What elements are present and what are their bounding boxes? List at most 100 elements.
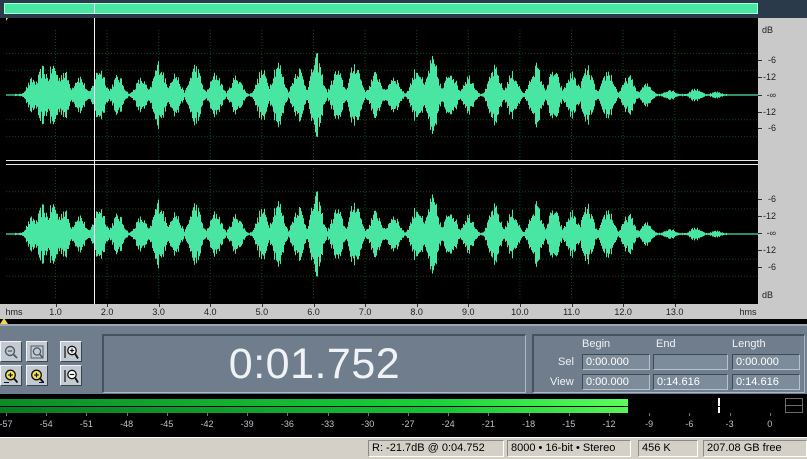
- db-tick: [758, 95, 762, 96]
- meter-tick: [609, 413, 610, 416]
- waveform-channel-right[interactable]: [6, 168, 758, 300]
- ruler-tick: [623, 304, 625, 307]
- ruler-tick: [416, 304, 418, 307]
- db-label: -12: [762, 211, 776, 221]
- meter-tick-label: -12: [602, 419, 616, 429]
- overview-bar[interactable]: [4, 3, 758, 14]
- meter-tick: [729, 413, 731, 416]
- meter-tick: [448, 413, 450, 416]
- ruler-tick: [107, 304, 109, 307]
- ruler-tick-label: 1.0: [49, 307, 62, 317]
- db-label: -12: [762, 107, 776, 117]
- ruler-tick-label: 6.0: [307, 307, 320, 317]
- meter-tick: [327, 413, 329, 416]
- zoom-in-left-button[interactable]: [0, 365, 22, 386]
- view-end-field[interactable]: 0:14.616: [653, 374, 728, 390]
- waveform-right-svg: [6, 168, 758, 300]
- ruler-tick-label: 4.0: [204, 307, 217, 317]
- db-label: -6: [767, 262, 776, 272]
- meter-tick: [367, 413, 369, 416]
- view-begin-field[interactable]: 0:00.000: [582, 374, 650, 390]
- ruler-tick-label: 5.0: [255, 307, 269, 317]
- zoom-in-left-icon: [4, 369, 19, 383]
- db-tick: [758, 77, 762, 78]
- sel-end-field[interactable]: [653, 354, 728, 370]
- ruler-unit-label: hms: [5, 307, 23, 317]
- meter-tick-label: -45: [160, 419, 174, 429]
- meter-tick: [408, 413, 409, 416]
- zoom-selection-button[interactable]: [26, 341, 48, 362]
- meter-scale: -57 -54 -51 -48 -45 -42 -39 -36 -33 -30 -27 -24 -21-…: [0, 413, 807, 437]
- format-info: 8000 • 16-bit • Stereo: [507, 440, 631, 457]
- zoom-in-vertical-button[interactable]: [60, 341, 82, 362]
- sel-length-field[interactable]: 0:00.000: [732, 354, 800, 370]
- meter-tick-label: -21: [481, 419, 495, 429]
- ruler-tick-label: 11.0: [563, 307, 580, 317]
- zoom-in-vertical-icon: [64, 345, 79, 359]
- status-bar: R: -21.7dB @ 0:04.752 8000 • 16-bit • St…: [0, 437, 807, 459]
- zoom-out-vertical-icon: [64, 369, 79, 383]
- db-label: -12: [762, 245, 776, 255]
- view-row-label: View: [550, 376, 574, 388]
- waveform-channel-left[interactable]: [6, 30, 758, 160]
- overview-strip[interactable]: [0, 0, 807, 18]
- meter-tick-label: -30: [361, 419, 375, 429]
- meter-tick-label: -15: [562, 419, 576, 429]
- meter-tick-label: -27: [401, 419, 415, 429]
- ruler-tick-label: 8.0: [410, 307, 423, 317]
- ruler-tick-label: 9.0: [462, 307, 475, 317]
- zoom-in-right-icon: [31, 369, 45, 383]
- zoom-out-vertical-button[interactable]: [60, 365, 82, 386]
- ruler-tick-label: 2.0: [100, 307, 114, 317]
- time-display-panel: 0:01.752: [102, 334, 526, 393]
- db-label: -∞: [766, 228, 776, 238]
- overview-cursor: [94, 3, 95, 14]
- db-label: -12: [762, 72, 776, 82]
- ruler-tick: [210, 304, 212, 307]
- waveform-left-svg: [6, 30, 758, 160]
- meter-tick: [86, 413, 88, 416]
- ruler-tick: [313, 304, 315, 307]
- db-tick: [758, 216, 762, 217]
- meter-tick: [689, 413, 691, 416]
- waveform-trace: [6, 53, 758, 137]
- db-scale: dB -6 -12 -∞ -12 -6 -6 -12 -∞ -12 -6 dB: [758, 18, 807, 304]
- db-label: -6: [767, 55, 776, 65]
- meter-tick-label: -51: [79, 419, 93, 429]
- playback-cursor[interactable]: [94, 18, 96, 304]
- view-length-field[interactable]: 0:14.616: [732, 374, 800, 390]
- sel-row-label: Sel: [558, 356, 574, 368]
- clip-indicator[interactable]: [785, 398, 803, 413]
- level-meter[interactable]: -57 -54 -51 -48 -45 -42 -39 -36 -33 -30 -27 -24 -21-…: [0, 394, 807, 437]
- meter-tick: [769, 413, 771, 416]
- db-tick: [758, 233, 762, 234]
- meter-tick-label: -39: [240, 419, 254, 429]
- end-header: End: [656, 338, 676, 350]
- ruler-tick-label: 7.0: [358, 307, 372, 317]
- ruler-tick: [571, 304, 573, 307]
- meter-tick-label: -3: [725, 419, 734, 429]
- begin-header: Begin: [582, 338, 611, 350]
- meter-tick-label: -57: [0, 419, 13, 429]
- zoom-out-full-button[interactable]: [0, 341, 22, 362]
- zoom-out-full-icon: [4, 345, 18, 359]
- meter-tick: [46, 413, 48, 416]
- time-ruler[interactable]: hms hms 1.0 2.0 3.0 4.0 5.0 6.0 7.0 8.0 9.0 10.0 1…: [0, 304, 807, 324]
- cursor-info: R: -21.7dB @ 0:04.752: [368, 440, 504, 457]
- waveform-display[interactable]: dB -6 -12 -∞ -12 -6 -6 -12 -∞ -12 -6 dB: [0, 18, 807, 324]
- ruler-tick: [261, 304, 263, 307]
- db-tick: [758, 128, 762, 129]
- db-label: -∞: [766, 90, 776, 100]
- meter-tick-label: -24: [441, 419, 455, 429]
- meter-tick: [649, 413, 651, 416]
- ruler-tick-label: 13.0: [665, 307, 684, 317]
- channel-divider-bottom: [6, 164, 758, 165]
- meter-tick: [207, 413, 208, 416]
- zoom-in-right-button[interactable]: [26, 365, 48, 386]
- meter-tick: [6, 413, 7, 416]
- meter-tick-label: -36: [280, 419, 294, 429]
- meter-tick: [247, 413, 249, 416]
- sel-begin-field[interactable]: 0:00.000: [582, 354, 650, 370]
- waveform-trace: [6, 191, 758, 277]
- db-tick: [758, 112, 762, 113]
